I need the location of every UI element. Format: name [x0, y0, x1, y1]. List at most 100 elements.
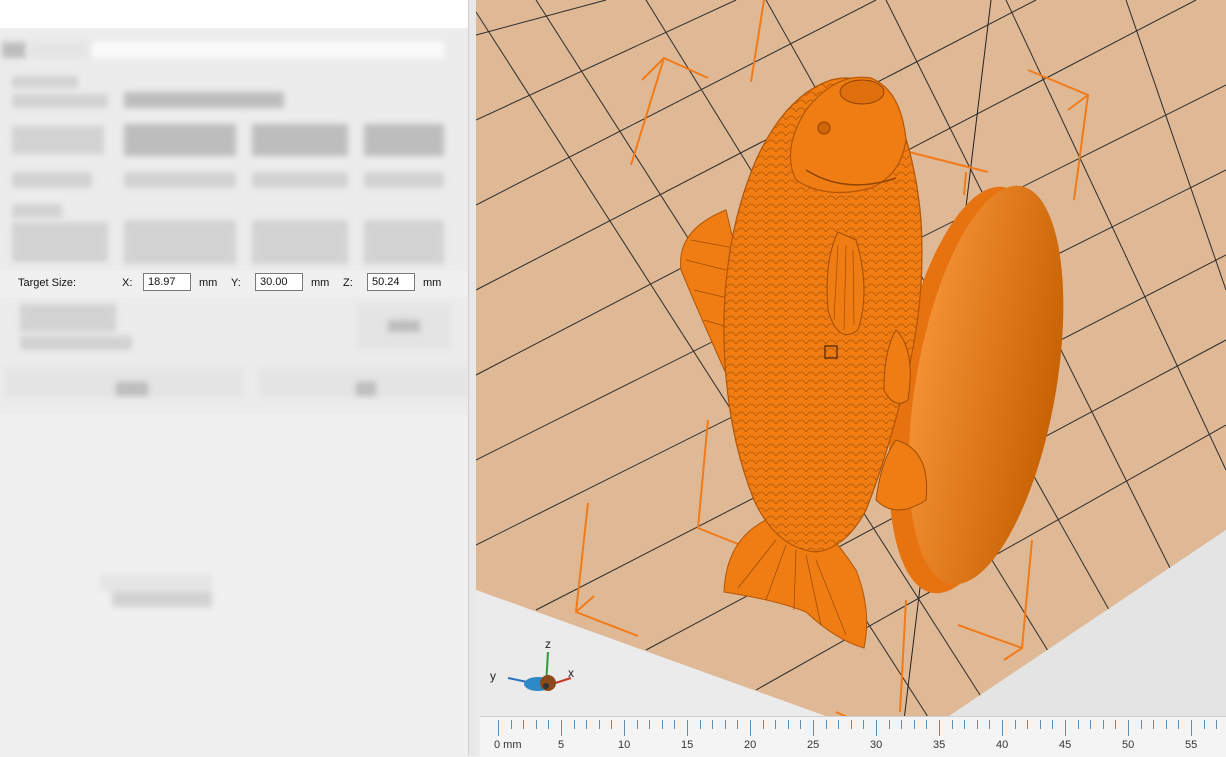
ruler-tick	[712, 720, 714, 729]
ruler-tick	[1178, 720, 1180, 729]
ruler-label: 0 mm	[494, 739, 522, 751]
obscured-text	[364, 172, 444, 188]
ruler-tick	[989, 720, 991, 729]
obscured-field	[252, 124, 348, 156]
target-size-row: Target Size: X: mm Y: mm Z: mm	[0, 271, 476, 297]
ruler-tick	[850, 720, 852, 729]
ruler-tick	[813, 720, 814, 736]
obscured-icon	[2, 42, 26, 58]
axis-x-label: x	[568, 666, 574, 680]
ruler-tick	[926, 720, 928, 729]
ruler-tick	[548, 720, 550, 729]
y-label: Y:	[231, 277, 241, 289]
3d-viewport[interactable]: z x y	[476, 0, 1226, 756]
ruler-label: 35	[933, 739, 946, 751]
ruler-tick	[510, 720, 512, 729]
target-y-input[interactable]	[255, 273, 303, 291]
ruler-tick	[1191, 720, 1192, 736]
obscured-checkbox[interactable]	[20, 304, 116, 332]
ruler-tick	[901, 720, 903, 729]
ruler-tick	[1052, 720, 1054, 729]
ruler-tick	[1027, 720, 1029, 729]
ruler-tick	[561, 720, 562, 736]
ruler-tick	[674, 720, 676, 729]
ruler-tick	[1115, 720, 1117, 729]
obscured-text	[20, 336, 132, 350]
ruler-tick	[737, 720, 739, 729]
ruler-tick	[724, 720, 726, 729]
lower-panel	[0, 415, 476, 756]
target-size-label: Target Size:	[18, 277, 77, 289]
ruler-tick	[838, 720, 840, 729]
target-x-input[interactable]	[143, 273, 191, 291]
ruler-label: 20	[744, 739, 757, 751]
obscured-button-label	[116, 382, 148, 396]
obscured-field	[252, 220, 348, 264]
ruler-tick	[863, 720, 865, 729]
ruler-tick	[523, 720, 525, 729]
ruler-tick	[699, 720, 701, 729]
ruler-tick	[1090, 720, 1092, 729]
ruler-tick	[1102, 720, 1104, 729]
ruler-tick	[598, 720, 600, 729]
obscured-field	[92, 42, 444, 58]
ruler-tick	[611, 720, 613, 729]
ruler-label: 5	[558, 739, 565, 751]
ruler-label: 40	[996, 739, 1009, 751]
obscured-text	[12, 172, 92, 188]
ruler-tick	[636, 720, 638, 729]
ruler-tick	[1039, 720, 1041, 729]
ruler-tick	[750, 720, 751, 736]
y-unit: mm	[311, 277, 330, 289]
ruler-tick	[1065, 720, 1066, 736]
ruler-label: 25	[807, 739, 820, 751]
ruler-label: 55	[1185, 739, 1198, 751]
obscured-text	[28, 42, 88, 58]
ruler-label: 45	[1059, 739, 1072, 751]
ruler-tick	[1140, 720, 1142, 729]
ruler-tick	[775, 720, 777, 729]
ruler-tick	[976, 720, 978, 729]
ruler-label: 10	[618, 739, 631, 751]
obscured-text	[12, 222, 108, 262]
ruler-tick	[787, 720, 789, 729]
ruler-label: 15	[681, 739, 694, 751]
ruler-tick	[586, 720, 588, 729]
scene-canvas: z x y	[476, 0, 1226, 756]
obscured-text	[12, 126, 104, 154]
z-label: Z:	[343, 277, 353, 289]
obscured-text	[124, 172, 236, 188]
ruler-tick	[888, 720, 890, 729]
ruler-tick	[1153, 720, 1155, 729]
left-panel: Target Size: X: mm Y: mm Z: mm	[0, 0, 476, 756]
top-strip	[0, 0, 469, 28]
z-unit: mm	[423, 277, 442, 289]
ruler-label: 30	[870, 739, 883, 751]
ruler-label: 50	[1122, 739, 1135, 751]
ruler-tick	[1203, 720, 1205, 729]
ruler-tick	[1128, 720, 1129, 736]
ruler-tick	[825, 720, 827, 729]
obscured-text	[12, 204, 62, 218]
target-z-input[interactable]	[367, 273, 415, 291]
obscured-field	[364, 124, 444, 156]
obscured-field	[364, 220, 444, 264]
axis-z-label: z	[545, 637, 551, 651]
ruler-tick	[624, 720, 625, 736]
ruler-tick	[913, 720, 915, 729]
ruler-tick	[649, 720, 651, 729]
obscured-button-label	[356, 382, 376, 396]
ruler-tick	[939, 720, 940, 736]
ruler-tick	[876, 720, 877, 736]
ruler-tick	[1014, 720, 1016, 729]
obscured-text	[252, 172, 348, 188]
scale-dialog: Target Size: X: mm Y: mm Z: mm	[0, 30, 476, 415]
ruler-tick	[951, 720, 953, 729]
ruler-tick	[498, 720, 499, 736]
ruler-tick	[1216, 720, 1218, 729]
ruler-tick	[964, 720, 966, 729]
obscured-text	[12, 76, 78, 88]
axis-y-label: y	[490, 669, 496, 683]
ruler-tick	[661, 720, 663, 729]
obscured-button-label	[388, 320, 420, 332]
